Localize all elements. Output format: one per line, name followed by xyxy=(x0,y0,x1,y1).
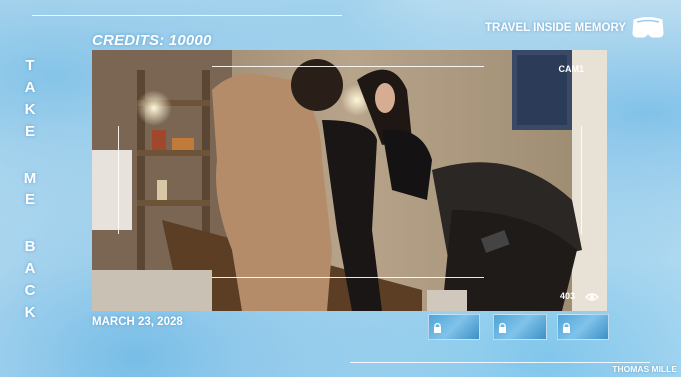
side-letter: A xyxy=(24,78,36,96)
memory-frame: CREDITS: 10000 TRAVEL INSIDE MEMORY TAKE… xyxy=(0,0,681,377)
memory-thumbnail-3[interactable] xyxy=(557,314,609,340)
lock-icon xyxy=(434,322,441,333)
camera-label: CAM1 xyxy=(558,64,584,74)
hud-bottom-line xyxy=(212,277,484,278)
vr-headset-icon[interactable] xyxy=(629,14,667,40)
travel-inside-memory-button[interactable]: TRAVEL INSIDE MEMORY xyxy=(485,22,626,34)
side-letter: E xyxy=(24,191,35,209)
credits-counter: CREDITS: 10000 xyxy=(92,32,212,49)
hud-top-line xyxy=(212,66,484,67)
viewer-count: 403 xyxy=(559,291,575,301)
side-letter: A xyxy=(24,260,36,278)
memory-scene-image xyxy=(92,50,607,311)
side-letter: C xyxy=(24,282,36,300)
lock-icon xyxy=(499,322,506,333)
take-me-back-button[interactable]: TAKEMEBACK xyxy=(20,58,40,320)
top-divider xyxy=(32,15,342,16)
memory-date: MARCH 23, 2028 xyxy=(92,316,183,328)
creator-watermark: THOMAS MILLE xyxy=(612,364,677,374)
side-letter: E xyxy=(24,122,35,140)
side-letter: B xyxy=(24,238,36,256)
eye-icon xyxy=(585,293,599,301)
lock-icon xyxy=(563,322,570,333)
side-letter: M xyxy=(23,169,37,187)
hud-right-line xyxy=(581,126,582,234)
memory-thumbnail-1[interactable] xyxy=(428,314,480,340)
bottom-divider xyxy=(350,362,650,363)
memory-camera-view: CAM1 403 xyxy=(92,50,607,311)
memory-thumbnail-2[interactable] xyxy=(493,314,547,340)
side-letter: K xyxy=(24,303,36,321)
hud-left-line xyxy=(118,126,119,234)
side-letter: T xyxy=(25,57,35,74)
side-letter: K xyxy=(24,100,36,118)
